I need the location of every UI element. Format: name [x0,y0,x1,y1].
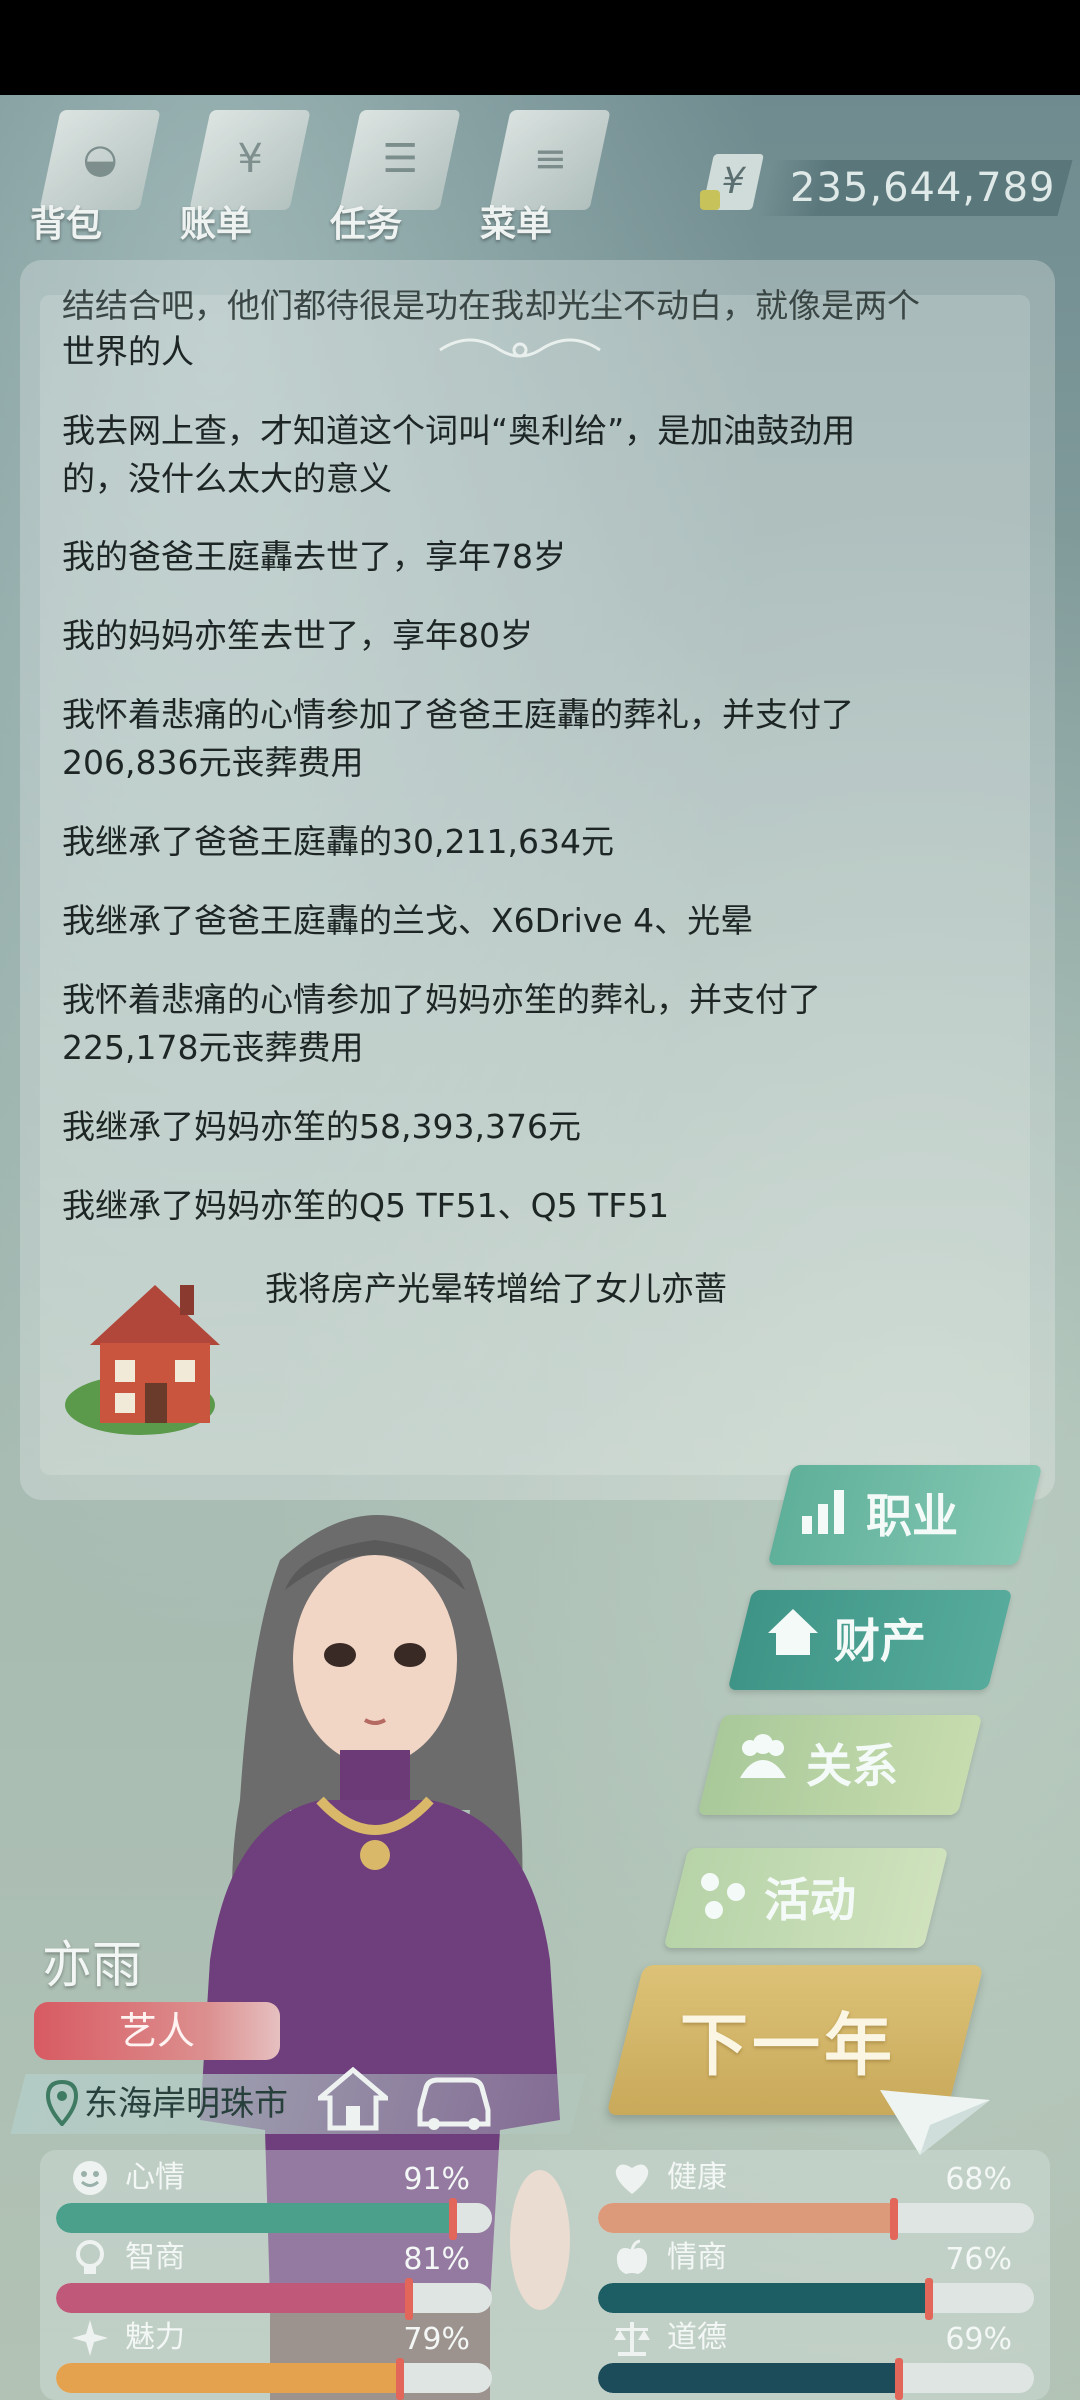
scales-icon [614,2322,650,2356]
stat-bar [56,2283,492,2313]
money-icon: ¥ [700,150,770,220]
stat-bar-fill [598,2363,899,2393]
stat-charm: 魅力 79% [40,2318,492,2400]
stat-marker [396,2358,405,2400]
career-icon [802,1490,844,1534]
stat-bar [598,2283,1034,2313]
heart-icon [615,2164,649,2194]
home-icon[interactable] [318,2066,388,2132]
smile-icon [73,2161,107,2195]
activity-label: 活动 [764,1873,856,1927]
log-entry: 我怀着悲痛的心情参加了爸爸王庭轟的葬礼，并支付了 [62,695,854,734]
menu-button[interactable]: ≡ 菜单 [470,100,611,250]
stat-marker [894,2358,903,2400]
stat-bar-fill [56,2363,401,2393]
stat-bar-fill [598,2203,895,2233]
property-label: 财产 [834,1614,926,1668]
log-entry: 我继承了爸爸王庭轟的30,211,634元 [62,822,614,861]
career-label: 职业 [866,1489,958,1543]
stat-label: 道德 [667,2320,727,2355]
stat-value: 68% [945,2162,1012,2197]
log-entry: 的，没什么太大的意义 [62,459,392,498]
lightbulb-icon [76,2240,104,2274]
stat-bar-fill [56,2283,410,2313]
log-entry-house-transfer: 我将房产光晕转增给了女儿亦蔷 [265,1269,727,1308]
top-toolbar: ◒ 背包 ¥ 账单 ☰ 任务 ≡ 菜单 [20,100,660,250]
log-entry: 225,178元丧葬费用 [62,1028,364,1067]
stat-label: 情商 [667,2240,727,2275]
log-entry: 我的爸爸王庭轟去世了，享年78岁 [62,537,566,576]
log-entry: 我怀着悲痛的心情参加了妈妈亦笙的葬礼，并支付了 [62,980,821,1019]
log-entry: 我继承了妈妈亦笙的Q5 TF51、Q5 TF51 [62,1186,670,1225]
stat-bar-fill [598,2283,930,2313]
stat-value: 76% [945,2242,1012,2277]
stat-marker [405,2278,414,2320]
job-label: 艺人 [118,2009,195,2053]
location-label: 东海岸明珠市 [84,2084,288,2124]
home-property-icon [768,1609,818,1655]
stat-marker [925,2278,934,2320]
stat-label: 魅力 [125,2320,185,2355]
backpack-label: 背包 [30,204,103,245]
stat-mood: 心情 91% [40,2158,492,2240]
relations-label: 关系 [806,1739,898,1793]
location-pin-icon [46,2080,78,2126]
stat-value: 91% [403,2162,470,2197]
stat-label: 智商 [125,2240,185,2275]
stat-eq: 情商 76% [582,2238,1034,2320]
stat-label: 健康 [667,2160,727,2195]
log-entry: 我继承了爸爸王庭轟的兰戈、X6Drive 4、光晕 [62,901,754,940]
log-entry: 结结合吧，他们都待很是功在我却光尘不动白，就像是两个 [62,286,920,325]
log-entry: 我去网上查，才知道这个词叫“奥利给”，是加油鼓劲用 [62,411,856,450]
stat-marker [890,2198,899,2240]
stat-value: 69% [945,2322,1012,2357]
stat-health: 健康 68% [582,2158,1034,2240]
stat-value: 79% [403,2322,470,2357]
house-icon [65,1285,220,1435]
apple-icon [616,2239,648,2274]
task-label: 任务 [330,204,403,245]
log-entry: 我的妈妈亦笙去世了，享年80岁 [62,616,533,655]
menu-label: 菜单 [480,204,553,245]
log-entry: 我继承了妈妈亦笙的58,393,376元 [62,1107,581,1146]
log-entry: 世界的人 [62,332,194,371]
backpack-button[interactable]: ◒ 背包 [20,100,161,250]
stat-bar [56,2203,492,2233]
log-entry: 206,836元丧葬费用 [62,743,364,782]
paper-plane-icon [880,2090,990,2155]
stat-morality: 道德 69% [582,2318,1034,2400]
stat-bar-fill [56,2203,453,2233]
stat-bar [598,2363,1034,2393]
bill-label: 账单 [180,204,253,245]
status-bar [0,0,1080,95]
stat-value: 81% [403,2242,470,2277]
activity-icon [701,1873,745,1919]
stat-label: 心情 [125,2160,185,2195]
car-icon[interactable] [412,2070,496,2132]
sparkle-icon [72,2320,108,2356]
character-name: 亦雨 [42,1936,142,1994]
bill-button[interactable]: ¥ 账单 [170,100,311,250]
task-button[interactable]: ☰ 任务 [320,100,461,250]
stat-bar [56,2363,492,2393]
stat-bar [598,2203,1034,2233]
money-value: 235,644,789 [790,165,1056,211]
coin-icon [700,190,720,210]
people-icon [740,1734,786,1778]
stat-marker [448,2198,457,2240]
stat-iq: 智商 81% [40,2238,492,2320]
next-year-label: 下一年 [680,2007,897,2086]
